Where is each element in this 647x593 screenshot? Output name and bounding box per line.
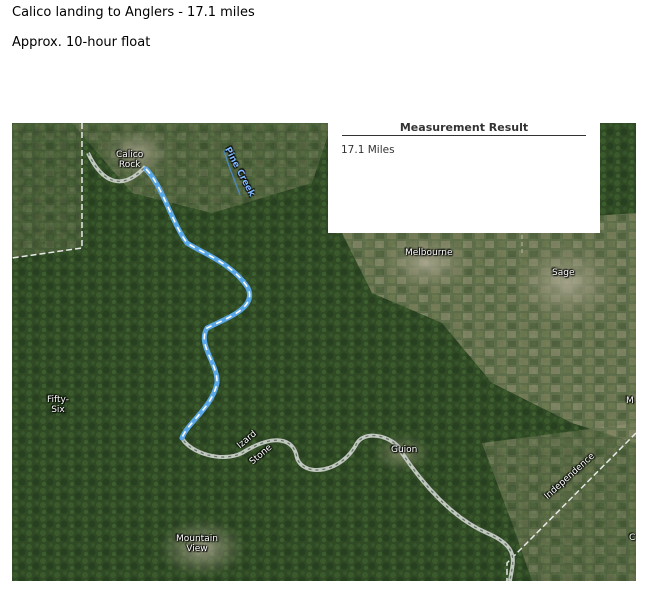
label-calico-rock: Calico Rock [116, 150, 144, 170]
label-edge-c: C [629, 533, 636, 543]
label-edge-m: M [626, 396, 634, 406]
label-mountain-view: Mountain View [176, 534, 218, 554]
document-title: Calico landing to Anglers - 17.1 miles [12, 5, 255, 20]
measurement-result-panel: Measurement Result 17.1 Miles [328, 123, 600, 233]
label-melbourne: Melbourne [405, 248, 453, 258]
measurement-result-title: Measurement Result [342, 123, 586, 136]
label-fifty-six: Fifty- Six [47, 395, 69, 415]
label-sage: Sage [552, 268, 575, 278]
label-guion: Guion [391, 445, 418, 455]
satellite-map[interactable]: Calico Rock Pine Creek Melbourne Sage Fif… [12, 123, 636, 581]
document-subtitle: Approx. 10-hour float [12, 35, 151, 50]
measurement-result-value: 17.1 Miles [341, 144, 395, 156]
